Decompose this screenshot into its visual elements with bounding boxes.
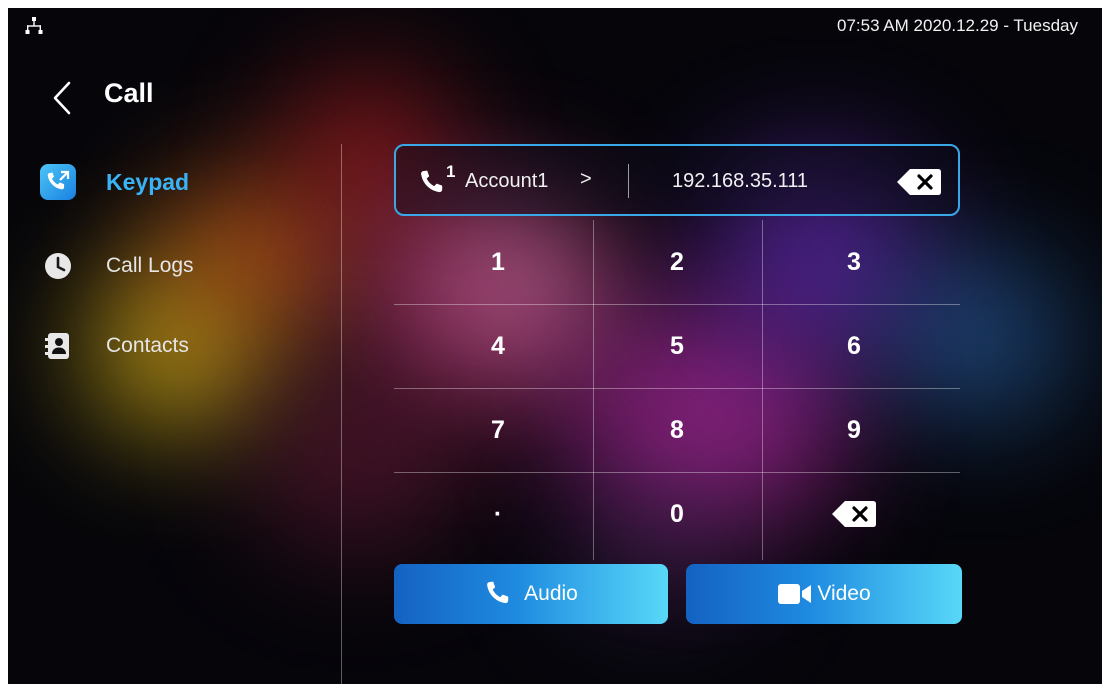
key-2[interactable]: 2 xyxy=(583,220,771,304)
key-8[interactable]: 8 xyxy=(583,388,771,472)
backspace-icon xyxy=(832,501,876,527)
clock-icon xyxy=(40,248,76,284)
account-chevron[interactable]: > xyxy=(580,168,592,191)
chevron-left-icon xyxy=(53,81,71,115)
key-dot[interactable]: · xyxy=(404,472,592,556)
sidebar-item-keypad[interactable]: Keypad xyxy=(40,160,330,204)
audio-call-button[interactable]: Audio xyxy=(394,564,668,624)
key-4[interactable]: 4 xyxy=(404,304,592,388)
clear-number-button[interactable] xyxy=(896,168,942,201)
sidebar-item-call-logs[interactable]: Call Logs xyxy=(40,244,330,288)
key-7[interactable]: 7 xyxy=(404,388,592,472)
backspace-icon xyxy=(897,169,941,195)
back-button[interactable] xyxy=(52,80,72,121)
phone-icon xyxy=(487,581,509,604)
status-bar: 07:53 AM 2020.12.29 - Tuesday xyxy=(8,8,1102,46)
sidebar-item-label: Keypad xyxy=(106,168,190,195)
account-label[interactable]: Account1 xyxy=(465,170,548,193)
call-screen: 07:53 AM 2020.12.29 - Tuesday Call Keypa… xyxy=(8,8,1102,684)
key-1[interactable]: 1 xyxy=(404,220,592,304)
video-call-button[interactable]: Video xyxy=(686,564,962,624)
keypad: 1 2 3 4 5 6 7 8 9 · 0 xyxy=(394,220,960,560)
sidebar-divider xyxy=(341,144,342,684)
video-call-label: Video xyxy=(817,582,871,605)
sidebar-item-label: Contacts xyxy=(106,334,189,357)
keypad-backspace-button[interactable] xyxy=(760,472,948,556)
key-0[interactable]: 0 xyxy=(583,472,771,556)
dialed-number-input[interactable]: 192.168.35.111 xyxy=(672,170,808,193)
key-9[interactable]: 9 xyxy=(760,388,948,472)
key-5[interactable]: 5 xyxy=(583,304,771,388)
phone-outgoing-icon xyxy=(40,164,76,200)
dial-bar: 1 Account1 > 192.168.35.111 xyxy=(394,144,960,216)
account-line-number: 1 xyxy=(446,162,456,181)
sidebar-item-contacts[interactable]: Contacts xyxy=(40,324,330,368)
sidebar-item-label: Call Logs xyxy=(106,254,194,277)
status-datetime: 07:53 AM 2020.12.29 - Tuesday xyxy=(836,16,1078,35)
network-icon xyxy=(25,17,43,40)
video-camera-icon xyxy=(778,584,812,604)
key-6[interactable]: 6 xyxy=(760,304,948,388)
contact-book-icon xyxy=(40,328,76,364)
key-3[interactable]: 3 xyxy=(760,220,948,304)
audio-call-label: Audio xyxy=(524,582,578,605)
page-title: Call xyxy=(104,78,154,108)
dial-bar-separator xyxy=(628,164,629,198)
